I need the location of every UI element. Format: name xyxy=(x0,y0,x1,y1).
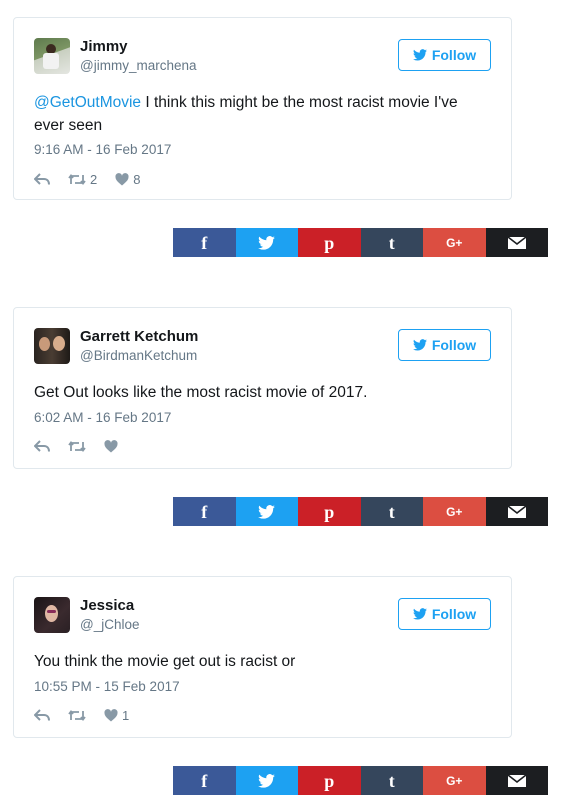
retweet-icon xyxy=(68,440,86,452)
share-tumblr-button[interactable]: t xyxy=(360,497,423,526)
retweet-button[interactable]: 2 xyxy=(68,172,97,187)
share-email-button[interactable] xyxy=(485,766,548,795)
tumblr-icon: t xyxy=(388,770,395,791)
twitter-bird-icon xyxy=(412,608,427,620)
author-handle[interactable]: @BirdmanKetchum xyxy=(80,347,198,365)
retweet-icon xyxy=(68,709,86,721)
share-bar: f p t G+ xyxy=(173,766,548,795)
tweet-card: Jimmy @jimmy_marchena Follow @GetOutMovi… xyxy=(13,17,512,200)
mention-link[interactable]: @GetOutMovie xyxy=(34,94,141,111)
like-button[interactable] xyxy=(104,439,118,453)
retweet-icon xyxy=(68,173,86,185)
share-twitter-button[interactable] xyxy=(235,497,298,526)
reply-icon xyxy=(34,708,50,721)
share-email-button[interactable] xyxy=(485,228,548,257)
like-button[interactable]: 8 xyxy=(115,172,140,187)
facebook-icon: f xyxy=(201,232,208,253)
twitter-bird-icon xyxy=(258,773,276,788)
reply-button[interactable] xyxy=(34,439,50,453)
google-plus-icon: G+ xyxy=(446,504,463,519)
follow-label: Follow xyxy=(431,337,477,353)
tweet-text: @GetOutMovie I think this might be the m… xyxy=(34,91,487,137)
follow-label: Follow xyxy=(431,606,477,622)
google-plus-icon: G+ xyxy=(446,235,463,250)
tweet-header: Jessica @_jChloe xyxy=(34,595,139,635)
share-googleplus-button[interactable]: G+ xyxy=(423,497,486,526)
retweet-button[interactable] xyxy=(68,709,86,722)
google-plus-icon: G+ xyxy=(446,773,463,788)
facebook-icon: f xyxy=(201,770,208,791)
share-facebook-button[interactable]: f xyxy=(173,228,236,257)
follow-label: Follow xyxy=(431,47,477,63)
heart-icon xyxy=(115,172,129,185)
envelope-icon xyxy=(507,505,526,518)
share-email-button[interactable] xyxy=(485,497,548,526)
pinterest-icon: p xyxy=(324,501,335,522)
share-facebook-button[interactable]: f xyxy=(173,497,236,526)
heart-icon xyxy=(104,708,118,721)
like-count: 1 xyxy=(122,707,130,723)
share-tumblr-button[interactable]: t xyxy=(360,766,423,795)
tweet-actions: 1 xyxy=(34,707,147,723)
twitter-bird-icon xyxy=(258,235,276,250)
author-handle[interactable]: @jimmy_marchena xyxy=(80,57,196,75)
follow-button[interactable]: Follow xyxy=(398,598,491,630)
tweet-card: Garrett Ketchum @BirdmanKetchum Follow G… xyxy=(13,307,512,469)
share-facebook-button[interactable]: f xyxy=(173,766,236,795)
reply-button[interactable] xyxy=(34,708,50,722)
author-name[interactable]: Jessica xyxy=(80,597,139,615)
tweet-text: Get Out looks like the most racist movie… xyxy=(34,381,487,404)
tweet-text: You think the movie get out is racist or xyxy=(34,650,487,673)
follow-button[interactable]: Follow xyxy=(398,39,491,71)
tweet-timestamp[interactable]: 6:02 AM - 16 Feb 2017 xyxy=(34,410,171,425)
share-twitter-button[interactable] xyxy=(235,766,298,795)
share-googleplus-button[interactable]: G+ xyxy=(423,228,486,257)
tweet-timestamp[interactable]: 9:16 AM - 16 Feb 2017 xyxy=(34,142,171,157)
reply-icon xyxy=(34,172,50,185)
retweet-button[interactable] xyxy=(68,440,86,453)
pinterest-icon: p xyxy=(324,232,335,253)
tweet-header: Garrett Ketchum @BirdmanKetchum xyxy=(34,326,198,366)
tumblr-icon: t xyxy=(388,501,395,522)
tweet-actions: 2 8 xyxy=(34,171,158,187)
avatar[interactable] xyxy=(34,38,70,74)
follow-button[interactable]: Follow xyxy=(398,329,491,361)
pinterest-icon: p xyxy=(324,770,335,791)
heart-icon xyxy=(104,439,118,452)
share-pinterest-button[interactable]: p xyxy=(298,228,361,257)
tweet-body: You think the movie get out is racist or xyxy=(34,653,296,670)
share-bar: f p t G+ xyxy=(173,228,548,257)
tweet-header: Jimmy @jimmy_marchena xyxy=(34,36,196,76)
tumblr-icon: t xyxy=(388,232,395,253)
share-twitter-button[interactable] xyxy=(235,228,298,257)
tweet-body: Get Out looks like the most racist movie… xyxy=(34,384,368,401)
twitter-bird-icon xyxy=(412,49,427,61)
like-button[interactable]: 1 xyxy=(104,708,129,723)
share-pinterest-button[interactable]: p xyxy=(298,497,361,526)
twitter-bird-icon xyxy=(412,339,427,351)
retweet-count: 2 xyxy=(90,171,98,187)
facebook-icon: f xyxy=(201,501,208,522)
share-googleplus-button[interactable]: G+ xyxy=(423,766,486,795)
author-handle[interactable]: @_jChloe xyxy=(80,616,139,634)
envelope-icon xyxy=(507,774,526,787)
reply-icon xyxy=(34,439,50,452)
avatar[interactable] xyxy=(34,328,70,364)
share-tumblr-button[interactable]: t xyxy=(360,228,423,257)
like-count: 8 xyxy=(133,171,141,187)
share-bar: f p t G+ xyxy=(173,497,548,526)
tweet-card: Jessica @_jChloe Follow You think the mo… xyxy=(13,576,512,738)
avatar[interactable] xyxy=(34,597,70,633)
tweet-actions xyxy=(34,438,136,454)
reply-button[interactable] xyxy=(34,172,50,186)
twitter-bird-icon xyxy=(258,504,276,519)
author-name[interactable]: Jimmy xyxy=(80,38,196,56)
author-name[interactable]: Garrett Ketchum xyxy=(80,328,198,346)
envelope-icon xyxy=(507,236,526,249)
tweet-timestamp[interactable]: 10:55 PM - 15 Feb 2017 xyxy=(34,679,180,694)
share-pinterest-button[interactable]: p xyxy=(298,766,361,795)
